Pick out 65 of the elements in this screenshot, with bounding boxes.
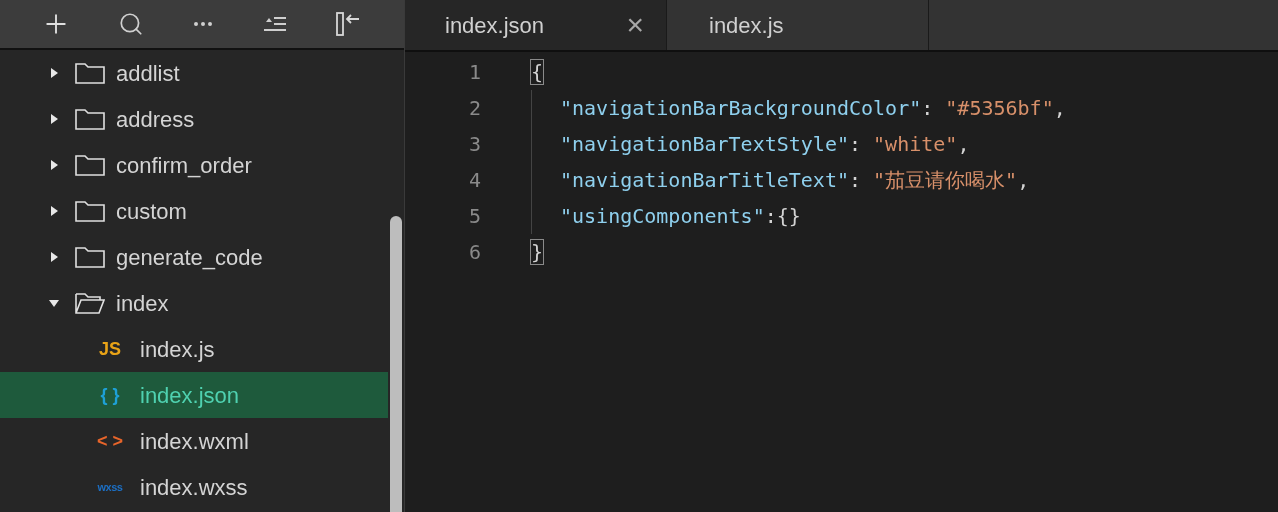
code-token: { xyxy=(531,60,544,84)
scrollbar-thumb[interactable] xyxy=(390,216,402,512)
file-name: index.js xyxy=(140,335,215,364)
line-number: 1 xyxy=(468,59,481,86)
tree-item[interactable]: < > index.wxml xyxy=(0,418,388,464)
file-type-icon: wxss xyxy=(95,478,125,496)
file-name: index.wxss xyxy=(140,473,248,502)
code-token: "white" xyxy=(873,131,958,158)
folder-name: confirm_order xyxy=(116,151,252,180)
tree-item[interactable]: addlist xyxy=(0,50,388,96)
close-icon[interactable]: × xyxy=(626,10,644,40)
line-number: 5 xyxy=(468,203,481,230)
folder-name: addlist xyxy=(116,59,180,88)
code-token: :{} xyxy=(764,203,801,230)
caret-down-icon[interactable] xyxy=(48,297,60,309)
code-token: } xyxy=(531,240,544,264)
folder-name: address xyxy=(116,105,195,134)
tree-item[interactable]: wxss index.wxss xyxy=(0,464,388,510)
open-folder-icon xyxy=(75,291,105,315)
file-type-icon: JS xyxy=(95,335,125,363)
tree-item[interactable]: { } index.json xyxy=(0,372,388,418)
code-token: : xyxy=(849,131,863,158)
folder-name: custom xyxy=(116,197,187,226)
folder-icon xyxy=(75,107,105,131)
file-type-icon: < > xyxy=(95,427,125,455)
code-token: , xyxy=(1017,167,1030,194)
code-token: , xyxy=(957,131,970,158)
code-token: "usingComponents" xyxy=(560,203,765,230)
folder-name: index xyxy=(116,289,169,318)
tree-item[interactable]: generate_code xyxy=(0,234,388,280)
tree-item[interactable]: index xyxy=(0,280,388,326)
file-name: index.wxml xyxy=(140,427,249,456)
editor-tab[interactable]: index.json × xyxy=(405,0,667,50)
code-token: : xyxy=(921,95,935,122)
tab-label: index.js xyxy=(709,11,784,40)
tree-item[interactable]: address xyxy=(0,96,388,142)
caret-right-icon[interactable] xyxy=(48,159,60,171)
line-number: 3 xyxy=(468,131,481,158)
caret-right-icon[interactable] xyxy=(48,113,60,125)
folder-icon xyxy=(75,61,105,85)
code-token: "#5356bf" xyxy=(945,95,1054,122)
caret-right-icon[interactable] xyxy=(48,205,60,217)
file-name: index.json xyxy=(140,381,240,410)
tree-item[interactable]: custom xyxy=(0,188,388,234)
line-number: 6 xyxy=(468,239,481,266)
caret-right-icon[interactable] xyxy=(48,67,60,79)
code-token: "navigationBarTitleText" xyxy=(560,167,849,194)
folder-icon xyxy=(75,245,105,269)
code-token: "navigationBarBackgroundColor" xyxy=(560,95,922,122)
file-type-icon: { } xyxy=(95,381,125,409)
code-token: : xyxy=(849,167,863,194)
folder-icon xyxy=(75,199,105,223)
code-token: "navigationBarTextStyle" xyxy=(560,131,849,158)
tab-label: index.json xyxy=(445,11,545,40)
line-number: 2 xyxy=(468,95,481,122)
tree-item[interactable]: confirm_order xyxy=(0,142,388,188)
line-number: 4 xyxy=(468,167,481,194)
folder-icon xyxy=(75,153,105,177)
folder-name: generate_code xyxy=(116,243,263,272)
code-token: , xyxy=(1053,95,1066,122)
caret-right-icon[interactable] xyxy=(48,251,60,263)
code-token: "茄豆请你喝水" xyxy=(873,167,1018,194)
tree-item[interactable]: JS index.js xyxy=(0,326,388,372)
collapse-icon[interactable] xyxy=(261,15,288,33)
search-icon[interactable] xyxy=(118,11,145,37)
